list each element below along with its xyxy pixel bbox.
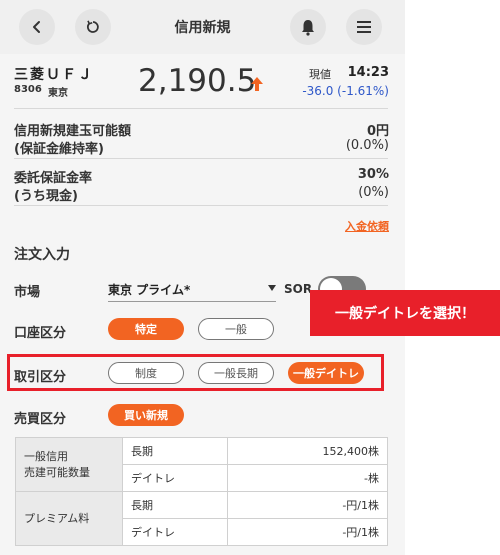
stock-name: 三菱ＵＦＪ [14,67,94,83]
table-group-header: プレミアム料 [15,491,123,546]
deposit-rate-label: 委託保証金率 [14,171,93,186]
deposit-request-link[interactable]: 入金依頼 [345,218,389,234]
stock-code: 8306 [14,84,42,95]
price-change: -36.0 (-1.61%) [302,84,389,98]
row-type: デイトレ [122,464,228,492]
table-group-header: 一般信用 売建可能数量 [15,437,123,492]
account-label: 口座区分 [14,326,67,341]
maintenance-value: (0.0%) [345,138,389,153]
table-row: 一般信用 売建可能数量 長期 152,400株 [15,437,388,492]
bell-icon [302,20,314,36]
group1-line1: 一般信用 [24,449,68,463]
divider [14,205,388,206]
menu-button[interactable] [346,9,382,45]
row-type: デイトレ [122,518,228,546]
group1-line2: 売建可能数量 [24,465,90,479]
order-section-title: 注文入力 [14,247,70,263]
cash-label: (うち現金) [14,189,78,204]
callout-banner: 一般デイトレを選択！ [310,290,500,336]
row-type: 長期 [122,437,228,465]
table-row: プレミアム料 長期 -円/1株 [15,491,388,546]
row-value: -株 [227,464,388,492]
header-bar: 信用新規 [0,0,405,54]
row-value: -円/1株 [227,491,388,519]
notification-button[interactable] [290,9,326,45]
row-value: 152,400株 [227,437,388,465]
capacity-label: 信用新規建玉可能額 [14,124,132,139]
divider [14,158,388,159]
row-value: -円/1株 [227,518,388,546]
stock-price: 2,190.5 [138,63,257,99]
market-select-value: 東京 プライム* [108,283,191,297]
market-select[interactable]: 東京 プライム* [108,279,276,302]
account-option-ippan[interactable]: 一般 [198,318,274,340]
sor-label: SOR [284,282,313,296]
capacity-value: 0円 [366,124,389,139]
page-title: 信用新規 [174,20,231,36]
current-price-label: 現値 [309,68,331,81]
hamburger-menu-icon [357,21,371,33]
arrow-up-icon [251,77,263,91]
highlight-box [7,354,384,391]
account-option-tokutei[interactable]: 特定 [108,318,184,340]
deposit-rate-value: 30% [357,167,389,182]
caret-down-icon [268,285,276,291]
cash-value: (0%) [358,185,389,200]
divider [14,108,388,109]
market-label: 市場 [14,285,41,300]
stock-market: 東京 [48,88,68,99]
row-type: 長期 [122,491,228,519]
app-screen: 信用新規 三菱ＵＦＪ 8306 東京 2,190.5 現値 14:23 -36.… [0,0,405,555]
side-label: 売買区分 [14,412,67,427]
price-time: 14:23 [347,65,389,80]
maintenance-label: (保証金維持率) [14,142,104,157]
sell-info-table: 一般信用 売建可能数量 長期 152,400株 デイトレ -株 プレミアム料 長… [15,437,388,546]
side-option-buy-new[interactable]: 買い新規 [108,404,184,426]
